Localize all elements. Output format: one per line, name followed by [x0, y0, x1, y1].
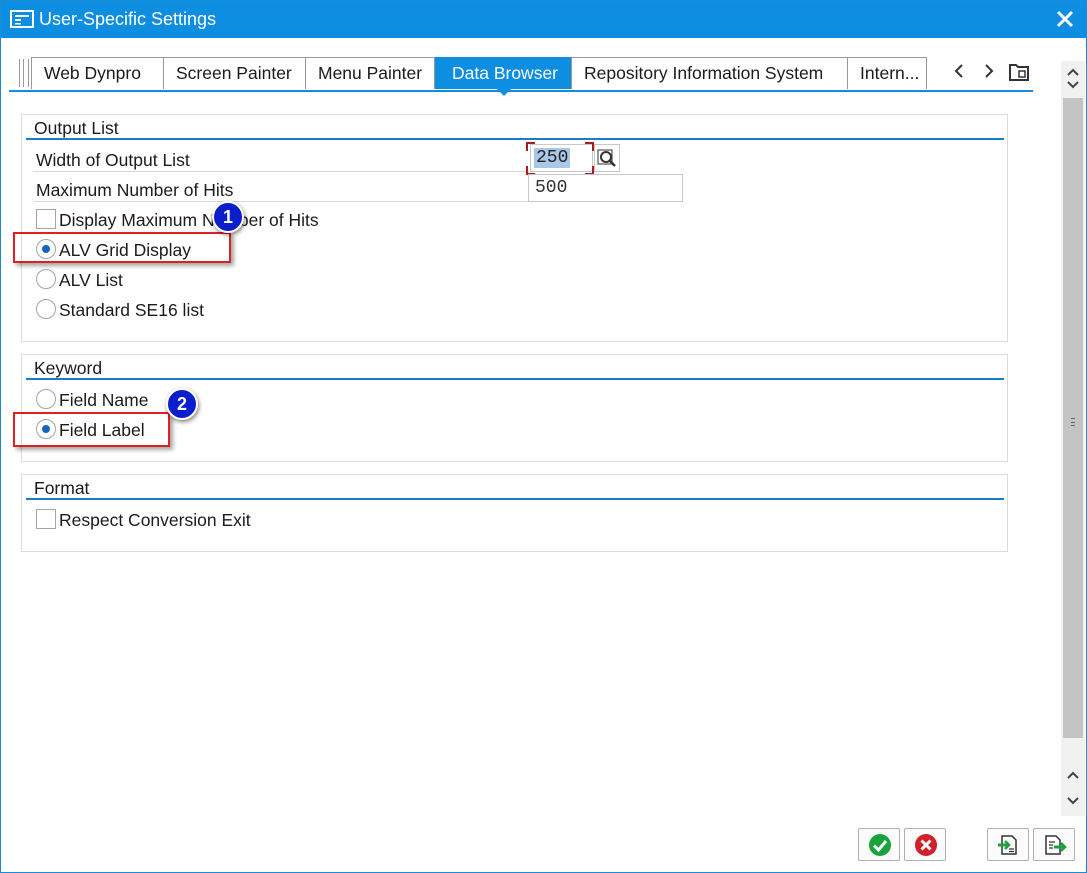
- annotation-badge-2: 2: [166, 388, 198, 420]
- width-of-output-list-value: 250: [534, 148, 571, 168]
- tab-scroll-edge: [19, 59, 29, 87]
- export-settings-button[interactable]: [1033, 828, 1075, 861]
- tab-intern[interactable]: Intern...: [847, 57, 927, 89]
- cancel-icon: [915, 834, 937, 856]
- scrollbar-grip: [1071, 418, 1075, 426]
- row-divider: [33, 201, 533, 202]
- dialog-window: User-Specific Settings Web Dynpro Screen…: [0, 0, 1087, 873]
- tab-strip: Web Dynpro Screen Painter Menu Painter D…: [15, 56, 1035, 96]
- output-list-group: Output List Width of Output List 250 Max…: [21, 114, 1008, 342]
- scrollbar-thumb[interactable]: [1063, 98, 1083, 738]
- annotation-badge-1: 1: [212, 201, 244, 233]
- chevron-right-icon: [985, 64, 994, 78]
- display-maximum-hits-checkbox[interactable]: [36, 209, 56, 229]
- format-group: Format Respect Conversion Exit: [21, 474, 1008, 552]
- width-of-output-list-input[interactable]: 250: [530, 144, 593, 172]
- chevron-down-icon: [1067, 797, 1079, 805]
- search-help-icon: [597, 149, 616, 167]
- display-maximum-hits-label: Display Maximum Number of Hits: [59, 210, 319, 230]
- close-button[interactable]: [1054, 7, 1076, 31]
- highlight-box-field-label: [13, 412, 170, 447]
- focus-corner: [526, 142, 535, 151]
- alv-list-radio[interactable]: [36, 269, 56, 289]
- output-list-title: Output List: [34, 118, 119, 138]
- field-name-label: Field Name: [59, 390, 149, 410]
- row-divider: [33, 171, 533, 172]
- tab-list-icon: [1009, 64, 1029, 81]
- confirm-button[interactable]: [858, 828, 900, 861]
- checkmark-icon: [869, 834, 891, 856]
- alv-list-label: ALV List: [59, 270, 123, 290]
- chevron-up-icon: [1067, 771, 1079, 779]
- value-help-button[interactable]: [594, 144, 620, 172]
- width-of-output-list-label: Width of Output List: [36, 150, 190, 170]
- chevron-left-icon: [954, 64, 963, 78]
- tab-screen-painter[interactable]: Screen Painter: [163, 57, 306, 89]
- highlight-box-alv-grid: [13, 232, 231, 263]
- respect-conversion-exit-checkbox[interactable]: [36, 509, 56, 529]
- vertical-scrollbar[interactable]: [1061, 61, 1085, 816]
- scroll-up-bottom-button[interactable]: [1061, 764, 1085, 786]
- tab-repository-information-system[interactable]: Repository Information System: [571, 57, 848, 89]
- chevron-down-icon: [1067, 81, 1079, 89]
- maximum-number-of-hits-label: Maximum Number of Hits: [36, 180, 234, 200]
- window-settings-icon: [10, 10, 34, 28]
- respect-conversion-exit-label: Respect Conversion Exit: [59, 510, 251, 530]
- standard-se16-list-radio[interactable]: [36, 299, 56, 319]
- focus-corner: [585, 142, 594, 151]
- tab-data-browser[interactable]: Data Browser: [435, 57, 572, 96]
- group-divider: [26, 138, 1004, 140]
- tab-next-button[interactable]: [978, 59, 1000, 85]
- scroll-down-button[interactable]: [1061, 789, 1085, 811]
- scroll-down-top-button[interactable]: [1061, 73, 1085, 95]
- title-bar: User-Specific Settings: [1, 1, 1086, 38]
- cancel-button[interactable]: [904, 828, 946, 861]
- keyword-title: Keyword: [34, 358, 103, 378]
- copy-settings-button[interactable]: [987, 828, 1029, 861]
- tab-underline: [9, 90, 1033, 92]
- format-title: Format: [34, 478, 90, 498]
- copy-settings-icon: [998, 835, 1017, 855]
- field-name-radio[interactable]: [36, 389, 56, 409]
- tab-prev-button[interactable]: [948, 59, 970, 85]
- export-settings-icon: [1045, 835, 1067, 855]
- maximum-number-of-hits-input[interactable]: 500: [528, 174, 683, 202]
- group-divider: [26, 498, 1004, 500]
- close-icon: [1056, 10, 1074, 28]
- standard-se16-list-label: Standard SE16 list: [59, 300, 204, 320]
- tab-list-button[interactable]: [1006, 59, 1032, 85]
- group-divider: [26, 378, 1004, 380]
- window-title: User-Specific Settings: [39, 9, 217, 29]
- tab-web-dynpro[interactable]: Web Dynpro: [31, 57, 181, 89]
- tab-menu-painter[interactable]: Menu Painter: [305, 57, 435, 89]
